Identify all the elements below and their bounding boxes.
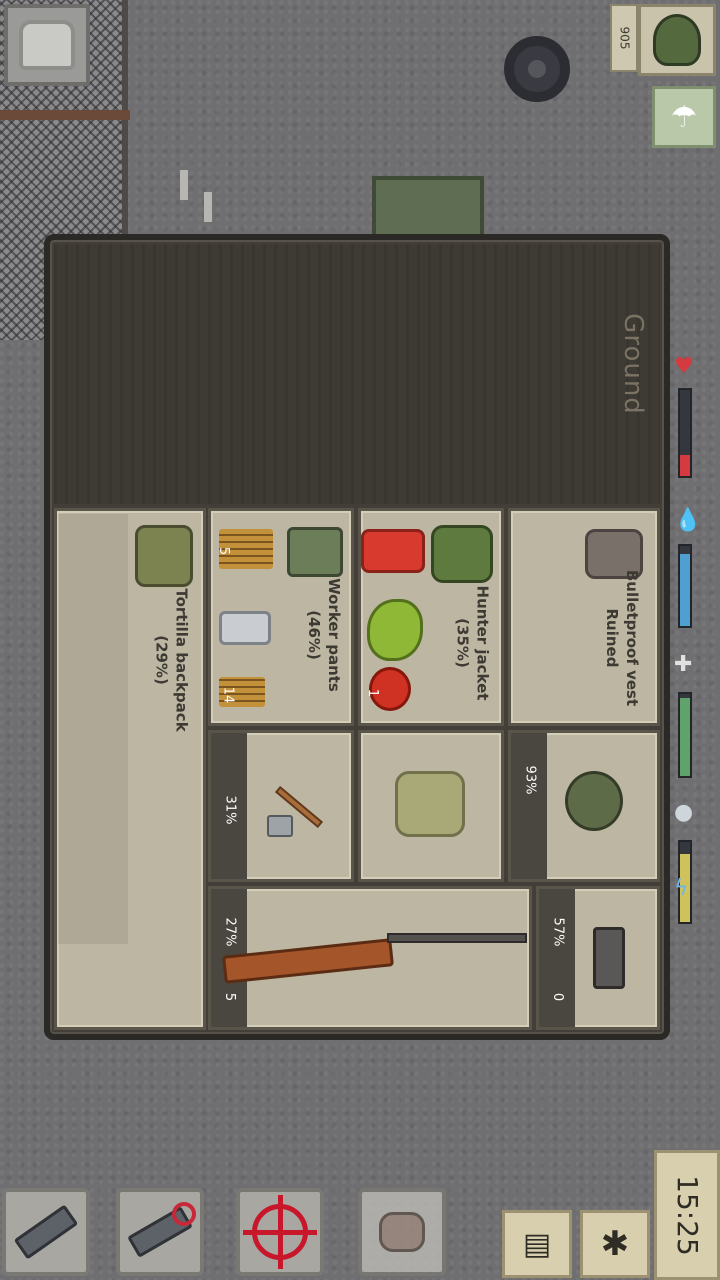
pickup-button[interactable] xyxy=(358,1188,446,1276)
axe-durability: 31% xyxy=(222,795,237,825)
tire-object xyxy=(504,36,570,102)
ammo-5-count: 5 xyxy=(216,546,231,556)
rifle-icon xyxy=(222,938,394,984)
journal-icon: ▤ xyxy=(522,1226,552,1262)
debris xyxy=(180,170,188,200)
debris xyxy=(204,192,212,222)
airdrop-button[interactable]: ☂ xyxy=(652,86,716,148)
shoot-grenade-button[interactable] xyxy=(2,1188,90,1276)
secondary-weapon-slot[interactable] xyxy=(536,886,660,1030)
money-counter: 905 xyxy=(610,4,638,72)
health-bar-fill xyxy=(680,454,690,476)
helmet-durability: 93% xyxy=(522,765,537,795)
pistol-icon xyxy=(593,927,625,989)
ammo-14-count: 14 xyxy=(219,686,235,704)
pepper-icon[interactable] xyxy=(367,599,423,661)
rifle-durability: 27% xyxy=(222,917,237,947)
aim-button[interactable] xyxy=(236,1188,324,1276)
swap-arrows-icon xyxy=(172,1202,196,1226)
rifle-barrel xyxy=(387,933,527,943)
hunger-bar xyxy=(678,692,692,778)
game-clock: 15:25 xyxy=(654,1150,720,1280)
accessory-slot[interactable] xyxy=(358,730,504,882)
military-crate xyxy=(372,176,484,240)
tomato-count: 1 xyxy=(365,688,380,698)
chips-bag-icon[interactable] xyxy=(361,529,425,573)
water-drop-icon: 💧 xyxy=(674,508,702,533)
settings-button[interactable]: ✱ xyxy=(580,1210,650,1278)
hand-icon xyxy=(379,1212,425,1252)
jacket-label: Hunter jacket (35%) xyxy=(453,585,492,701)
thirst-bar-fill xyxy=(680,554,690,626)
jacket-icon xyxy=(431,525,493,583)
balaclava-icon xyxy=(395,771,465,837)
helmet-icon xyxy=(565,771,623,831)
lightning-icon: ϟ xyxy=(674,876,689,901)
pistol-ammo: 0 xyxy=(550,992,565,1002)
vest-label: Bulletproof vest Ruined xyxy=(603,569,642,707)
soldier-avatar-icon xyxy=(653,14,701,66)
fence-rail xyxy=(0,110,130,120)
primary-weapon-slot[interactable] xyxy=(208,886,532,1030)
player-portrait[interactable] xyxy=(638,4,716,76)
rifle-ammo: 5 xyxy=(222,992,237,1002)
backpack-slot-grid[interactable] xyxy=(58,514,128,944)
canned-food-icon[interactable] xyxy=(219,611,271,645)
swap-weapon-button[interactable] xyxy=(116,1188,204,1276)
backpack-icon xyxy=(135,525,193,587)
armor-vest-icon xyxy=(19,20,75,70)
quick-equip-slot[interactable] xyxy=(4,4,90,86)
journal-button[interactable]: ▤ xyxy=(502,1210,572,1278)
ground-drop-zone[interactable] xyxy=(54,244,660,504)
helmet-slot[interactable] xyxy=(508,730,660,882)
pants-label: Worker pants (46%) xyxy=(305,578,343,692)
clock-time: 15:25 xyxy=(670,1174,704,1256)
ground-label: Ground xyxy=(618,313,649,415)
pistol-durability: 57% xyxy=(550,917,565,947)
crosshair-icon xyxy=(243,1195,317,1269)
axe-head xyxy=(267,815,293,837)
heart-icon: ♥ xyxy=(674,354,694,379)
drumstick-icon: ● xyxy=(674,800,694,825)
backpack-label: Tortilla backpack (29%) xyxy=(153,588,191,732)
grenade-launcher-icon xyxy=(13,1204,79,1260)
hunger-bar-fill xyxy=(680,698,690,776)
parachute-icon: ☂ xyxy=(670,99,698,135)
gear-icon: ✱ xyxy=(600,1224,630,1264)
health-bar xyxy=(678,388,692,478)
thirst-bar xyxy=(678,544,692,628)
money-value: 905 xyxy=(617,26,631,50)
bone-icon: ✚ xyxy=(674,652,693,677)
